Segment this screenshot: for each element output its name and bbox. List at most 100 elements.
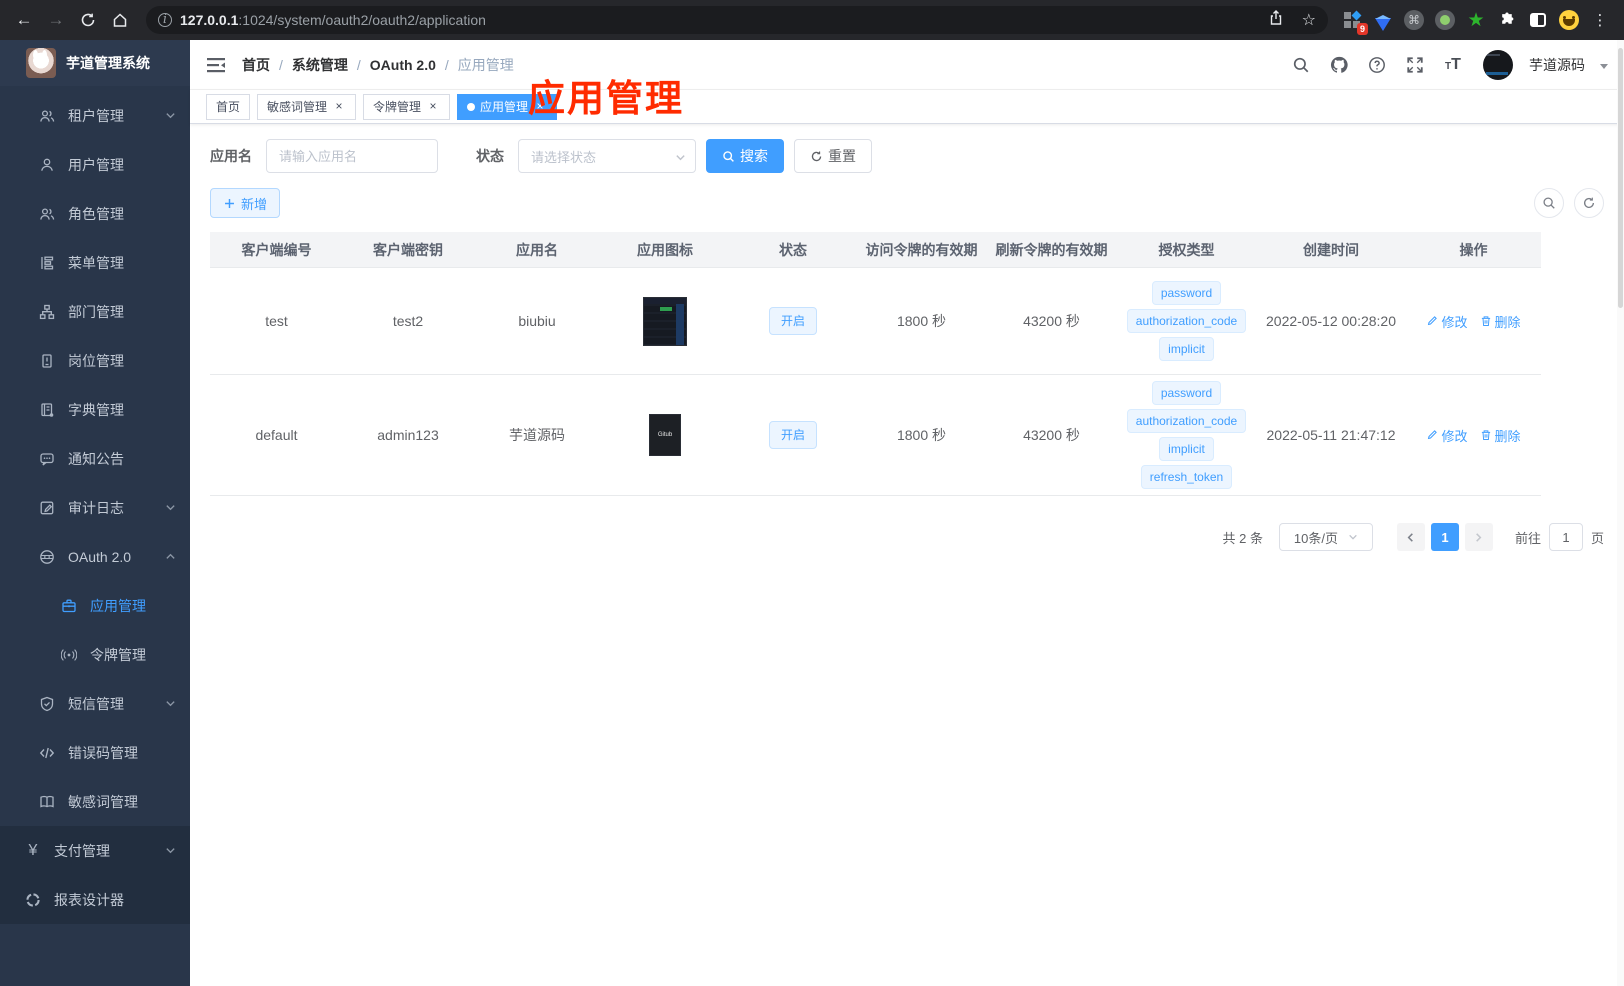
close-icon[interactable]: × (332, 99, 346, 114)
sidebar-item[interactable]: 报表设计器 (0, 875, 190, 924)
sidebar-item[interactable]: 通知公告 (0, 434, 190, 483)
next-page-button[interactable] (1464, 523, 1493, 551)
browser-home-icon[interactable] (106, 6, 134, 34)
tab-0[interactable]: 首页 (206, 93, 251, 120)
sidebar-item[interactable]: 用户管理 (0, 140, 190, 189)
sidebar-item[interactable]: 应用管理 (0, 581, 190, 630)
page-suffix-label: 页 (1590, 530, 1604, 546)
cell-app-icon (601, 296, 729, 346)
extension-record-icon[interactable] (1433, 8, 1457, 32)
sidebar-item[interactable]: 岗位管理 (0, 336, 190, 385)
goto-page-input[interactable] (1548, 523, 1583, 551)
sidebar-item[interactable]: 敏感词管理 (0, 777, 190, 826)
app-title: 芋道管理系统 (66, 55, 150, 71)
font-size-icon[interactable]: TT (1439, 51, 1467, 79)
close-icon[interactable]: × (533, 99, 547, 114)
sidebar-item[interactable]: 字典管理 (0, 385, 190, 434)
column-header: 授权类型 (1158, 241, 1215, 258)
header-search-icon[interactable] (1287, 51, 1315, 79)
site-info-icon[interactable]: i (158, 13, 172, 27)
sidebar-toggle-icon[interactable] (1526, 8, 1550, 32)
sidebar-item[interactable]: 短信管理 (0, 679, 190, 728)
extension-gem-icon[interactable] (1371, 8, 1395, 32)
delete-link[interactable]: 删除 (1480, 312, 1521, 331)
help-icon[interactable] (1363, 51, 1391, 79)
close-icon[interactable]: × (426, 99, 440, 114)
pagination: 共 2 条 10条/页 1 前往 页 (210, 523, 1604, 551)
filter-form: 应用名 状态 请选择状态 搜索 重置 (210, 139, 1604, 173)
app-logo-image (26, 48, 56, 78)
share-icon[interactable] (1268, 9, 1284, 31)
user-avatar[interactable] (1483, 49, 1513, 80)
sidebar-item[interactable]: 审计日志 (0, 483, 190, 532)
breadcrumb-item[interactable]: OAuth 2.0 (370, 57, 436, 73)
address-bar[interactable]: i 127.0.0.1:1024/system/oauth2/oauth2/ap… (146, 6, 1328, 34)
tab-1[interactable]: 敏感词管理 × (257, 93, 357, 120)
chevron-down-icon (165, 502, 176, 513)
add-button[interactable]: 新增 (210, 188, 281, 218)
sidebar-item[interactable]: OAuth 2.0 (0, 532, 190, 581)
user-menu-caret-icon[interactable] (1600, 63, 1608, 69)
column-header: 创建时间 (1303, 241, 1359, 258)
breadcrumb-item[interactable]: 首页 (242, 55, 270, 75)
extension-star-icon[interactable]: ★ (1464, 8, 1488, 32)
sidebar-collapse-icon[interactable] (206, 55, 226, 75)
browser-reload-icon[interactable] (74, 6, 102, 34)
delete-link[interactable]: 删除 (1480, 426, 1521, 445)
sidebar-item[interactable]: 错误码管理 (0, 728, 190, 777)
sidebar-item-label: 字典管理 (68, 401, 124, 418)
sidebar-item[interactable]: 角色管理 (0, 189, 190, 238)
sidebar-item[interactable]: 租户管理 (0, 91, 190, 140)
profile-avatar-icon[interactable] (1557, 8, 1581, 32)
breadcrumb-item[interactable]: 系统管理 (292, 55, 348, 75)
breadcrumb: 首页 / 系统管理 / OAuth 2.0 / 应用管理 (242, 55, 514, 75)
column-header: 访问令牌的有效期 (865, 241, 978, 258)
cell-secret: test2 (392, 313, 424, 329)
sidebar-item-label: 用户管理 (68, 156, 124, 173)
page-size-select[interactable]: 10条/页 (1278, 523, 1373, 551)
tab-label: 令牌管理 (373, 100, 422, 114)
reset-button[interactable]: 重置 (794, 139, 872, 173)
tab-active[interactable]: 应用管理 × (457, 93, 558, 120)
fullscreen-icon[interactable] (1401, 51, 1429, 79)
log-icon (38, 499, 56, 517)
tab-2[interactable]: 令牌管理 × (363, 93, 451, 120)
sidebar-item[interactable]: 菜单管理 (0, 238, 190, 287)
breadcrumb-separator: / (444, 56, 449, 73)
refresh-table-icon[interactable] (1574, 188, 1604, 218)
username[interactable]: 芋道源码 (1529, 55, 1585, 75)
app-screenshot-thumbnail (643, 296, 687, 346)
edit-link[interactable]: 修改 (1426, 312, 1468, 331)
column-header: 客户端密钥 (373, 241, 443, 258)
chevron-down-icon (675, 152, 686, 163)
edit-icon (1426, 429, 1438, 441)
app-name-input[interactable] (266, 139, 438, 173)
scrollbar[interactable] (1617, 40, 1624, 986)
page-number-button[interactable]: 1 (1430, 523, 1459, 551)
toggle-search-icon[interactable] (1534, 188, 1564, 218)
cell-access-validity: 1800 秒 (896, 427, 947, 443)
prev-page-button[interactable] (1396, 523, 1425, 551)
browser-menu-icon[interactable]: ⋮ (1588, 8, 1612, 32)
table-body: test test2 biubiu 开启 1800 秒 43200 秒 password au… (210, 268, 1541, 496)
search-button[interactable]: 搜索 (706, 139, 784, 173)
extension-command-icon[interactable]: ⌘ (1402, 8, 1426, 32)
cell-status: 开启 (729, 421, 857, 449)
extension-blocks-icon[interactable]: 9 (1340, 8, 1368, 35)
status-select[interactable]: 请选择状态 (518, 139, 696, 173)
bookmark-star-icon[interactable]: ☆ (1302, 10, 1316, 30)
sidebar-menu: 租户管理用户管理角色管理 菜单管理 部门管理 岗位管理字典管理通知公告 审计日志 OAut… (0, 86, 190, 986)
browser-back-icon[interactable]: ← (10, 6, 38, 34)
sidebar-item[interactable]: 令牌管理 (0, 630, 190, 679)
edit-icon (1426, 315, 1438, 327)
table-header-row: 客户端编号 客户端密钥 应用名 应用图标 状态 访问令牌的有效期 刷新令牌的有效期 授权类型 创… (210, 232, 1541, 268)
page-content: 应用名 状态 请选择状态 搜索 重置 (190, 124, 1624, 986)
edit-link[interactable]: 修改 (1426, 426, 1468, 445)
github-icon[interactable] (1325, 51, 1353, 79)
sidebar-item[interactable]: ¥ 支付管理 (0, 826, 190, 875)
browser-forward-icon[interactable]: → (42, 6, 70, 34)
sidebar-item[interactable]: 部门管理 (0, 287, 190, 336)
grant-type-tag: password (1151, 281, 1222, 305)
sidebar-logo[interactable]: 芋道管理系统 (0, 40, 190, 86)
extensions-puzzle-icon[interactable] (1495, 8, 1519, 32)
